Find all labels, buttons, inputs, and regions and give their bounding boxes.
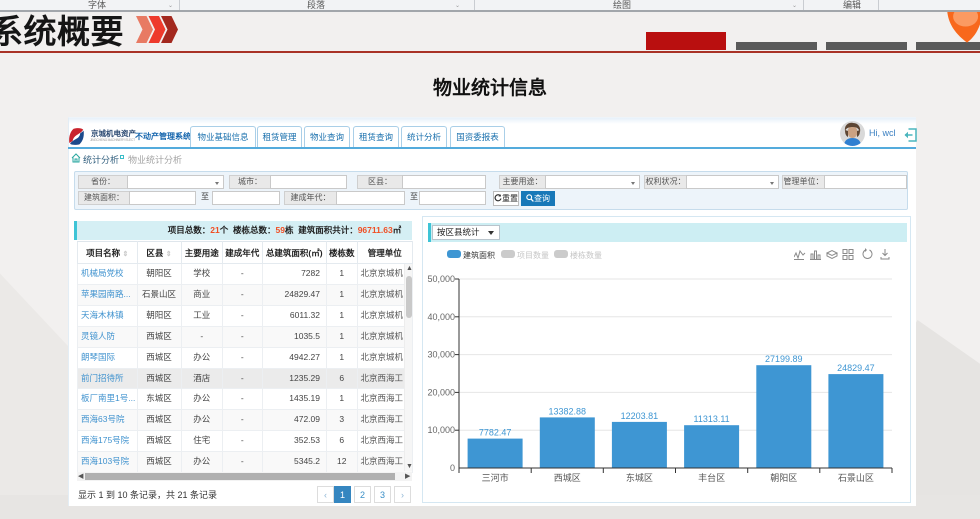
svg-text:40,000: 40,000 — [427, 312, 455, 322]
svg-text:24829.47: 24829.47 — [837, 363, 875, 373]
svg-text:13382.88: 13382.88 — [549, 406, 587, 416]
svg-text:丰台区: 丰台区 — [698, 472, 725, 483]
svg-text:石景山区: 石景山区 — [838, 473, 874, 483]
svg-text:朝阳区: 朝阳区 — [770, 473, 797, 483]
svg-text:东城区: 东城区 — [626, 472, 653, 483]
svg-text:0: 0 — [450, 463, 455, 473]
svg-text:12203.81: 12203.81 — [621, 411, 659, 421]
svg-text:7782.47: 7782.47 — [479, 428, 512, 438]
svg-text:10,000: 10,000 — [427, 425, 455, 435]
svg-text:20,000: 20,000 — [427, 387, 455, 397]
svg-text:三河市: 三河市 — [482, 472, 509, 483]
svg-text:27199.89: 27199.89 — [765, 354, 803, 364]
svg-text:西城区: 西城区 — [554, 473, 581, 483]
svg-text:30,000: 30,000 — [427, 350, 455, 360]
svg-text:50,000: 50,000 — [427, 274, 455, 284]
svg-text:11313.11: 11313.11 — [693, 414, 729, 424]
